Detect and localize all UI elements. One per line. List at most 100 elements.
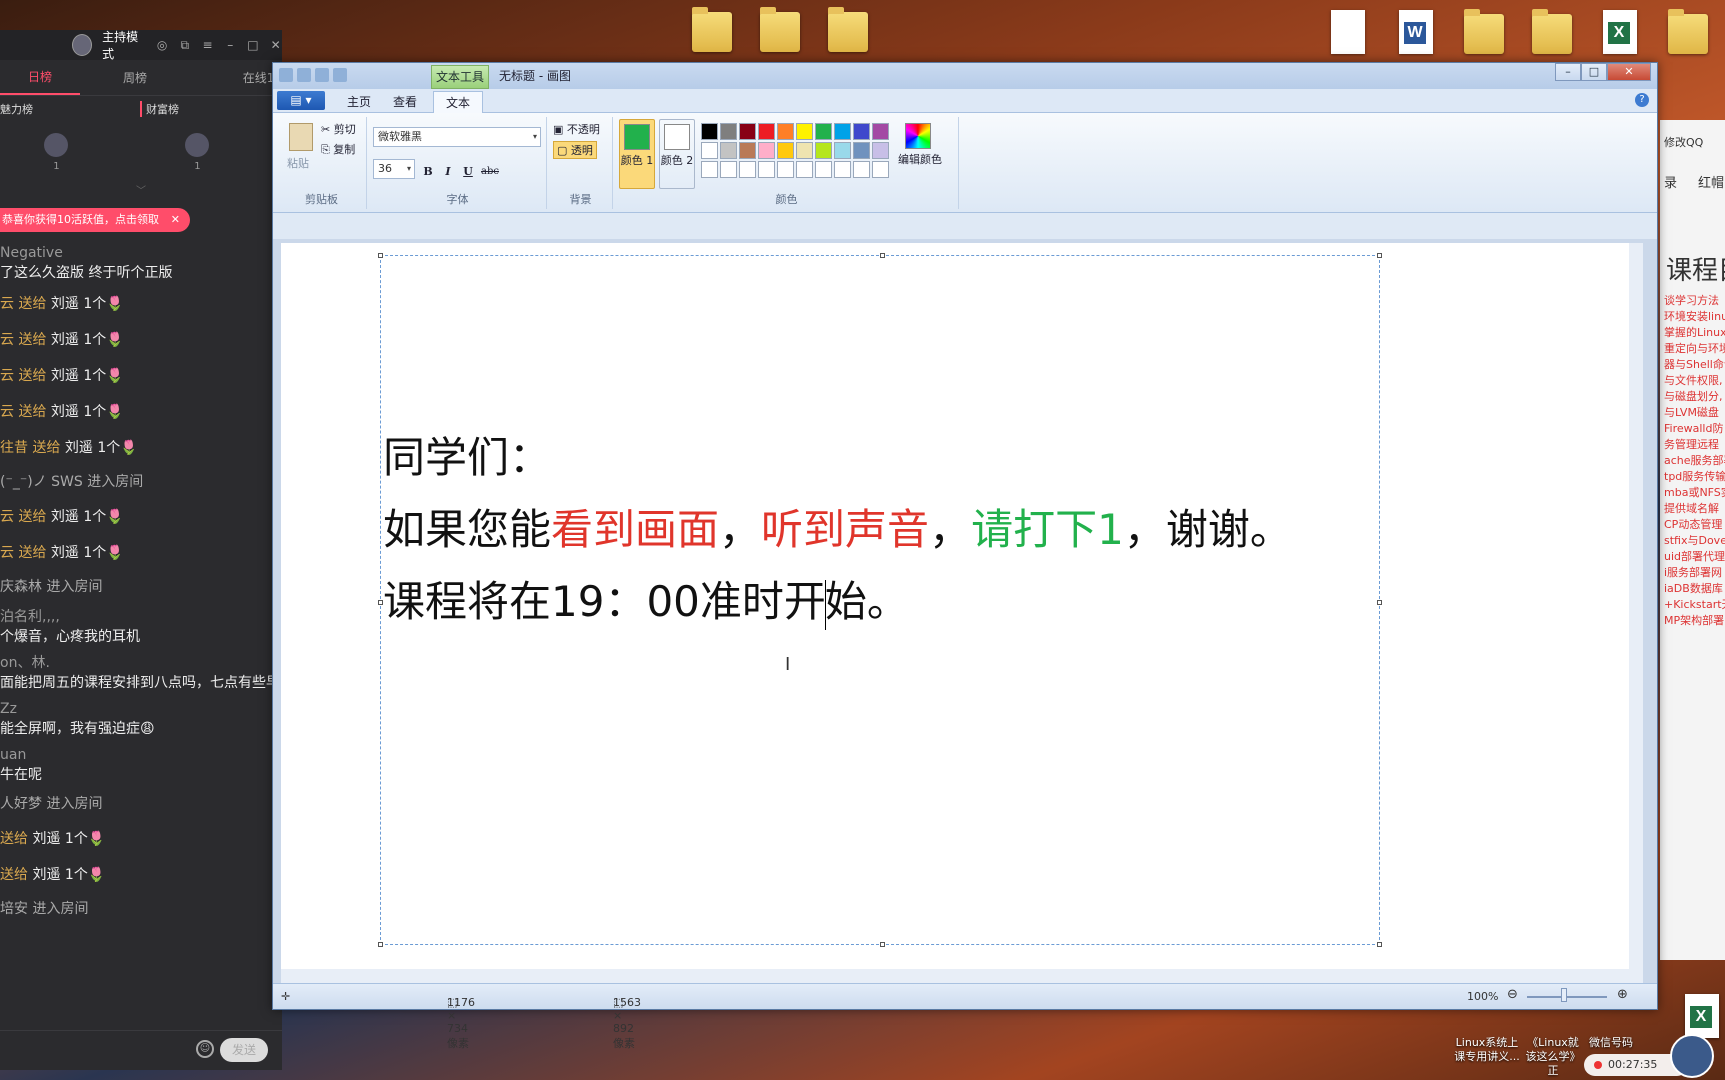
course-list-item[interactable]: Firewalld防 [1664, 421, 1725, 437]
color-swatch[interactable] [720, 161, 737, 178]
horizontal-scrollbar[interactable] [281, 969, 1643, 983]
color-swatch[interactable] [872, 161, 889, 178]
menu-icon[interactable]: ≡ [201, 38, 214, 52]
course-list-item[interactable]: 提供域名解 [1664, 501, 1725, 517]
resize-handle[interactable] [1377, 942, 1382, 947]
document-icon[interactable] [1326, 6, 1370, 56]
maximize-icon[interactable]: □ [247, 38, 260, 52]
course-list-item[interactable]: 掌握的Linux [1664, 325, 1725, 341]
color-swatch[interactable] [720, 123, 737, 140]
rank-entry[interactable]: 1 [113, 132, 282, 172]
color2-button[interactable]: 颜色 2 [659, 119, 695, 189]
folder-icon[interactable] [1666, 6, 1710, 56]
course-list-item[interactable]: 与磁盘划分, [1664, 389, 1725, 405]
word-document-icon[interactable]: W [1394, 6, 1438, 56]
paint-app-icon[interactable] [279, 68, 293, 82]
strikethrough-button[interactable]: abc [479, 163, 501, 181]
close-icon[interactable]: ✕ [269, 38, 282, 52]
tab-online[interactable]: 在线10 [190, 69, 282, 86]
color-swatch[interactable] [777, 142, 794, 159]
color-swatch[interactable] [701, 161, 718, 178]
color-swatch[interactable] [758, 142, 775, 159]
close-icon[interactable]: ✕ [171, 208, 180, 232]
underline-button[interactable]: U [459, 163, 477, 181]
avatar[interactable] [1670, 1034, 1714, 1078]
file-menu-button[interactable]: ▤ ▾ [277, 91, 325, 110]
color-swatch[interactable] [853, 142, 870, 159]
color-swatch[interactable] [720, 142, 737, 159]
redo-icon[interactable] [333, 68, 347, 82]
course-list-item[interactable]: +Kickstart无 [1664, 597, 1725, 613]
resize-handle[interactable] [378, 253, 383, 258]
activity-banner[interactable]: 恭喜你获得10活跃值，点击领取 ✕ [0, 208, 190, 232]
page-tab[interactable]: 红帽 [1698, 172, 1724, 191]
zoom-slider-thumb[interactable] [1561, 988, 1567, 1002]
paste-icon[interactable] [289, 123, 313, 151]
tab-daily[interactable]: 日榜 [0, 61, 80, 95]
color-swatch[interactable] [739, 123, 756, 140]
color-swatch[interactable] [796, 161, 813, 178]
color-swatch[interactable] [834, 142, 851, 159]
color-swatch[interactable] [834, 123, 851, 140]
color-swatch[interactable] [853, 161, 870, 178]
color-swatch[interactable] [853, 123, 870, 140]
tab-weekly[interactable]: 周榜 [80, 69, 190, 86]
course-list-item[interactable]: ache服务部署 [1664, 453, 1725, 469]
resize-handle[interactable] [1377, 600, 1382, 605]
color-swatch[interactable] [701, 142, 718, 159]
page-tab[interactable]: 录 [1664, 172, 1677, 191]
folder-icon[interactable] [1462, 6, 1506, 56]
font-size-select[interactable]: 36 ▾ [373, 159, 415, 179]
desktop-shortcut-label[interactable]: Linux系统上课专用讲义... [1452, 1036, 1522, 1064]
folder-icon[interactable] [758, 4, 802, 54]
color-swatch[interactable] [701, 123, 718, 140]
vertical-scrollbar[interactable] [1629, 243, 1643, 969]
undo-icon[interactable] [315, 68, 329, 82]
course-list-item[interactable]: stfix与Dovec [1664, 533, 1725, 549]
excel-document-icon[interactable]: X [1598, 6, 1642, 56]
copy-button[interactable]: ⎘ 复制 [321, 141, 355, 159]
folder-icon[interactable] [826, 4, 870, 54]
color-swatch[interactable] [758, 123, 775, 140]
send-button[interactable]: 发送 [220, 1038, 268, 1062]
course-list-item[interactable]: i服务部署网 [1664, 565, 1725, 581]
rank-entry[interactable]: 1 [0, 132, 113, 172]
settings-icon[interactable]: ◎ [156, 38, 169, 52]
folder-icon[interactable] [690, 4, 734, 54]
chevron-down-icon[interactable]: ﹀ [0, 182, 282, 197]
color-swatch[interactable] [834, 161, 851, 178]
color-swatch[interactable] [815, 123, 832, 140]
zoom-in-button[interactable]: ⊕ [1617, 987, 1628, 1002]
course-list-item[interactable]: CP动态管理 [1664, 517, 1725, 533]
save-icon[interactable] [297, 68, 311, 82]
course-list-item[interactable]: 环境安装linux [1664, 309, 1725, 325]
cut-button[interactable]: ✂ 剪切 [321, 121, 356, 139]
color-swatch[interactable] [777, 123, 794, 140]
maximize-button[interactable]: □ [1581, 63, 1607, 81]
zoom-slider[interactable] [1527, 996, 1607, 998]
close-button[interactable]: ✕ [1607, 63, 1651, 81]
chat-message-list[interactable]: Negative 了这么久盗版 终于听个正版云 送给 刘遥 1个🌷 云 送给 刘遥 … [0, 240, 282, 980]
course-list-item[interactable]: 器与Shell命令 [1664, 357, 1725, 373]
resize-handle[interactable] [378, 942, 383, 947]
resize-handle[interactable] [880, 253, 885, 258]
color-swatch[interactable] [815, 142, 832, 159]
popout-icon[interactable]: ⧉ [178, 38, 191, 52]
minimize-button[interactable]: – [1555, 63, 1581, 81]
course-list-item[interactable]: tpd服务传输 [1664, 469, 1725, 485]
edit-colors-button[interactable]: 编辑颜色 [897, 151, 943, 169]
color-swatch[interactable] [872, 142, 889, 159]
course-list-item[interactable]: 务管理远程 [1664, 437, 1725, 453]
course-list-item[interactable]: iaDB数据库 [1664, 581, 1725, 597]
desktop-shortcut-label[interactable]: 微信号码 [1586, 1036, 1636, 1050]
modify-qq-link[interactable]: 修改QQ [1664, 134, 1703, 150]
color1-button[interactable]: 颜色 1 [619, 119, 655, 189]
color-swatch[interactable] [758, 161, 775, 178]
edit-colors-icon[interactable] [905, 123, 931, 149]
tab-view[interactable]: 查看 [381, 91, 429, 113]
color-swatch[interactable] [872, 123, 889, 140]
paste-button[interactable]: 粘贴 [287, 155, 309, 173]
course-list-item[interactable]: 与LVM磁盘 [1664, 405, 1725, 421]
italic-button[interactable]: I [439, 163, 457, 181]
folder-icon[interactable] [1530, 6, 1574, 56]
